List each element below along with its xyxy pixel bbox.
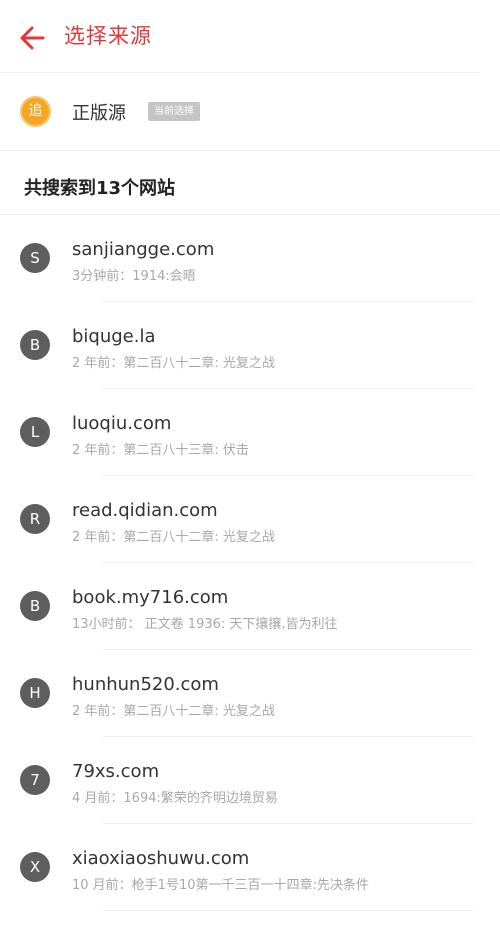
current-selection-badge: 当前选择 [148, 102, 200, 121]
site-latest-chapter: 4 月前：1694:繁荣的齐明边境贸易 [72, 791, 278, 806]
current-source-label: 正版源 [72, 103, 126, 124]
arrow-left-icon [20, 26, 45, 50]
source-logo-icon: 追 [20, 96, 51, 127]
site-latest-chapter: 2 年前：第二百八十二章: 光复之战 [72, 530, 275, 545]
site-list-item[interactable]: H hunhun520.com 2 年前：第二百八十二章: 光复之战 [0, 650, 500, 737]
site-avatar: R [20, 504, 50, 534]
site-list-item[interactable]: S sanjiangge.com 3分钟前：1914:会晤 [0, 215, 500, 302]
site-list-item[interactable]: B biquge.la 2 年前：第二百八十二章: 光复之战 [0, 302, 500, 389]
page-title: 选择来源 [64, 24, 152, 48]
site-name: xiaoxiaoshuwu.com [72, 848, 250, 869]
source-logo-glyph: 追 [28, 103, 43, 119]
select-source-screen: 选择来源 追 正版源 当前选择 共搜索到13个网站 S sanjiangge.c… [0, 0, 500, 925]
site-latest-chapter: 2 年前：第二百八十二章: 光复之战 [72, 704, 275, 719]
site-list: S sanjiangge.com 3分钟前：1914:会晤 B biquge.l… [0, 215, 500, 911]
divider [102, 910, 474, 911]
site-name: book.my716.com [72, 587, 229, 608]
site-list-item[interactable]: 7 79xs.com 4 月前：1694:繁荣的齐明边境贸易 [0, 737, 500, 824]
site-latest-chapter: 2 年前：第二百八十二章: 光复之战 [72, 356, 275, 371]
divider [0, 150, 500, 151]
results-count-heading: 共搜索到13个网站 [24, 178, 176, 199]
site-list-item[interactable]: X xiaoxiaoshuwu.com 10 月前：枪手1号10第一千三百一十四… [0, 824, 500, 911]
current-source-row[interactable]: 追 正版源 当前选择 [0, 73, 500, 151]
site-avatar: L [20, 417, 50, 447]
site-name: luoqiu.com [72, 413, 172, 434]
site-avatar: X [20, 852, 50, 882]
site-list-item[interactable]: R read.qidian.com 2 年前：第二百八十二章: 光复之战 [0, 476, 500, 563]
site-avatar: B [20, 591, 50, 621]
site-name: read.qidian.com [72, 500, 218, 521]
site-latest-chapter: 10 月前：枪手1号10第一千三百一十四章:先决条件 [72, 878, 369, 893]
site-avatar: H [20, 678, 50, 708]
site-avatar: B [20, 330, 50, 360]
site-latest-chapter: 2 年前：第二百八十三章: 伏击 [72, 443, 249, 458]
site-avatar: S [20, 243, 50, 273]
site-name: 79xs.com [72, 761, 160, 782]
site-name: hunhun520.com [72, 674, 219, 695]
site-latest-chapter: 13小时前： 正文卷 1936: 天下攘攘,皆为利往 [72, 617, 338, 632]
site-list-item[interactable]: B book.my716.com 13小时前： 正文卷 1936: 天下攘攘,皆… [0, 563, 500, 650]
site-avatar: 7 [20, 765, 50, 795]
site-latest-chapter: 3分钟前：1914:会晤 [72, 269, 196, 284]
header: 选择来源 [0, 0, 500, 73]
site-name: sanjiangge.com [72, 239, 215, 260]
back-button[interactable] [18, 24, 46, 52]
site-name: biquge.la [72, 326, 156, 347]
site-list-item[interactable]: L luoqiu.com 2 年前：第二百八十三章: 伏击 [0, 389, 500, 476]
